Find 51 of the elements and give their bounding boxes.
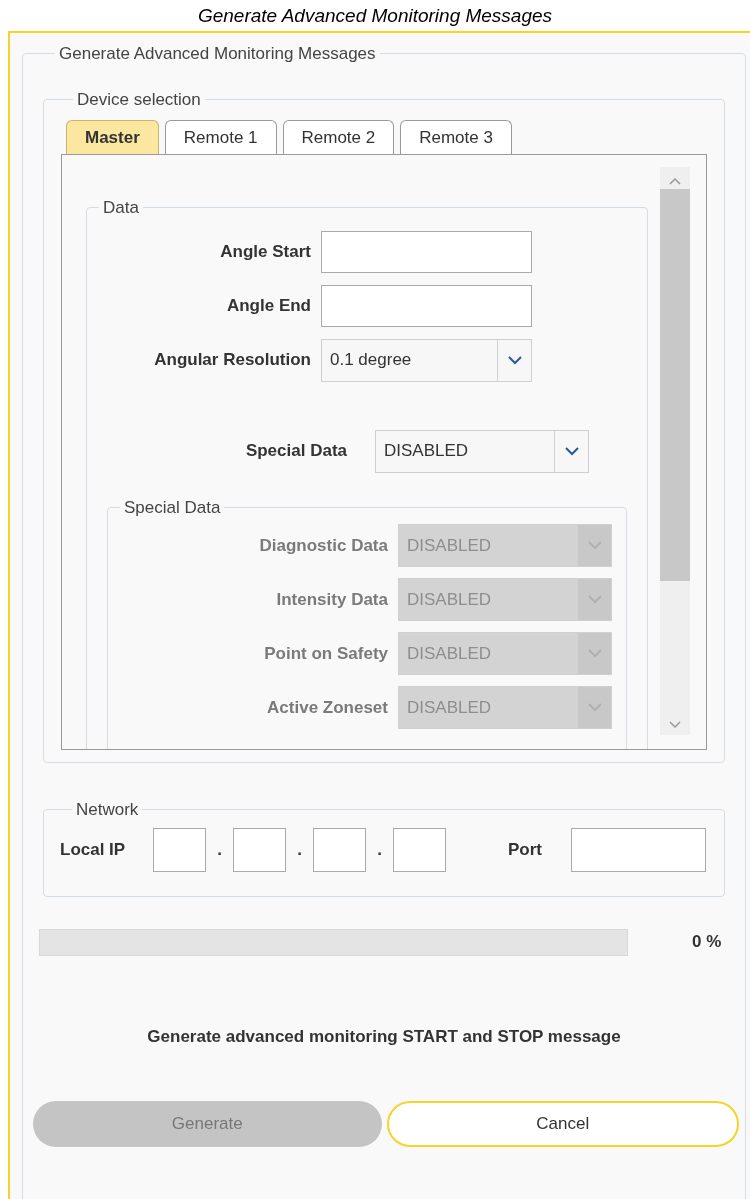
tab[interactable]: Remote 2: [282, 120, 395, 154]
input-field[interactable]: [571, 828, 706, 872]
separator-dot: .: [376, 839, 383, 862]
chevron-up-icon: [669, 177, 681, 185]
input-field[interactable]: [313, 828, 366, 872]
dropdown-value: 0.1 degree: [329, 349, 413, 372]
field-label: Angular Resolution: [153, 349, 312, 372]
field-label: Special Data: [244, 440, 348, 463]
dropdown-value: DISABLED: [406, 696, 493, 719]
dropdown[interactable]: DISABLED: [375, 429, 589, 473]
field-label: Intensity Data: [275, 588, 389, 611]
group-label: Special Data: [123, 496, 222, 519]
chevron-down-icon: [587, 541, 602, 550]
chevron-down-icon: [587, 595, 602, 604]
field-label: Local IP: [60, 839, 127, 862]
message-text: Generate advanced monitoring START and STOP message: [146, 1025, 622, 1048]
dropdown-value: DISABLED: [406, 534, 493, 557]
chevron-down-icon: [564, 446, 579, 456]
separator-dot: .: [216, 839, 223, 862]
input-field[interactable]: [393, 828, 446, 872]
field-label: Angle End: [225, 294, 312, 317]
field-label: Diagnostic Data: [258, 534, 389, 557]
field-label: Angle Start: [219, 240, 312, 263]
window-title: Generate Advanced Monitoring Messages: [196, 4, 554, 28]
field-label: Point on Safety: [263, 642, 389, 665]
group-label: Device selection: [76, 88, 202, 111]
input-field[interactable]: [321, 230, 532, 273]
input-field[interactable]: [321, 284, 532, 327]
scrollbar[interactable]: [660, 167, 690, 735]
group-label: Network: [75, 798, 140, 821]
tab[interactable]: Remote 1: [164, 120, 277, 154]
chevron-down-icon: [587, 703, 602, 712]
separator-dot: .: [296, 839, 303, 862]
chevron-down-icon: [507, 355, 522, 365]
dropdown[interactable]: 0.1 degree: [321, 338, 532, 382]
chevron-down-icon: [669, 721, 681, 729]
dropdown-value: DISABLED: [406, 588, 493, 611]
chevron-down-icon: [587, 649, 602, 658]
group-label: Generate Advanced Monitoring Messages: [58, 43, 377, 65]
dropdown-value: DISABLED: [383, 440, 470, 463]
dropdown-value: DISABLED: [406, 642, 493, 665]
field-label: Active Zoneset: [266, 696, 389, 719]
field-label: Port: [508, 839, 543, 862]
dialog-button[interactable]: Cancel: [386, 1101, 739, 1147]
tab[interactable]: Remote 3: [400, 120, 512, 154]
input-field[interactable]: [233, 828, 286, 872]
group-label: Data: [102, 197, 140, 219]
tab[interactable]: Master: [66, 120, 159, 154]
scrollbar-thumb[interactable]: [660, 189, 690, 581]
input-field[interactable]: [153, 828, 206, 872]
progress-reading: 0 %: [692, 931, 722, 954]
